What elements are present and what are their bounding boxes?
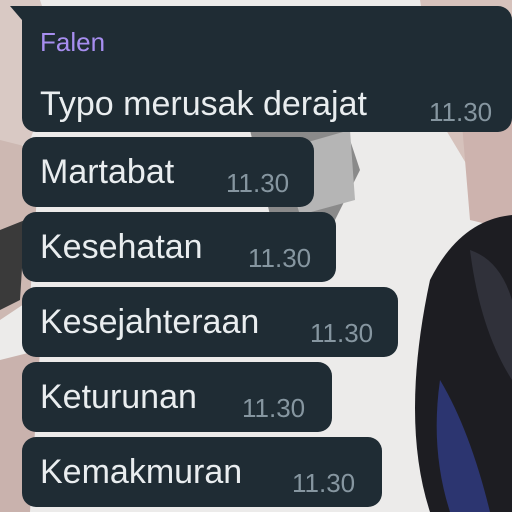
- message-text: Typo merusak derajat: [40, 85, 367, 123]
- message-text: Kemakmuran: [40, 453, 243, 491]
- message-text: Kesejahteraan: [40, 303, 260, 341]
- message-timestamp: 11.30: [226, 168, 290, 198]
- message-timestamp: 11.30: [429, 97, 493, 127]
- message-timestamp: 11.30: [248, 243, 312, 273]
- message-bubble[interactable]: Keturunan 11.30: [22, 362, 332, 432]
- message-bubble[interactable]: Falen Typo merusak derajat 11.30: [10, 6, 512, 132]
- message-text: Keturunan: [40, 378, 197, 416]
- sender-name[interactable]: Falen: [40, 28, 105, 56]
- message-text: Martabat: [40, 153, 175, 191]
- message-timestamp: 11.30: [310, 318, 374, 348]
- message-bubble[interactable]: Kesejahteraan 11.30: [22, 287, 398, 357]
- message-timestamp: 11.30: [292, 468, 356, 498]
- message-bubble[interactable]: Kesehatan 11.30: [22, 212, 336, 282]
- message-text: Kesehatan: [40, 228, 203, 266]
- message-bubble[interactable]: Martabat 11.30: [22, 137, 314, 207]
- message-bubble[interactable]: Kemakmuran 11.30: [22, 437, 382, 507]
- chat-messages-area[interactable]: Falen Typo merusak derajat 11.30 Martaba…: [0, 0, 512, 512]
- message-timestamp: 11.30: [242, 393, 306, 423]
